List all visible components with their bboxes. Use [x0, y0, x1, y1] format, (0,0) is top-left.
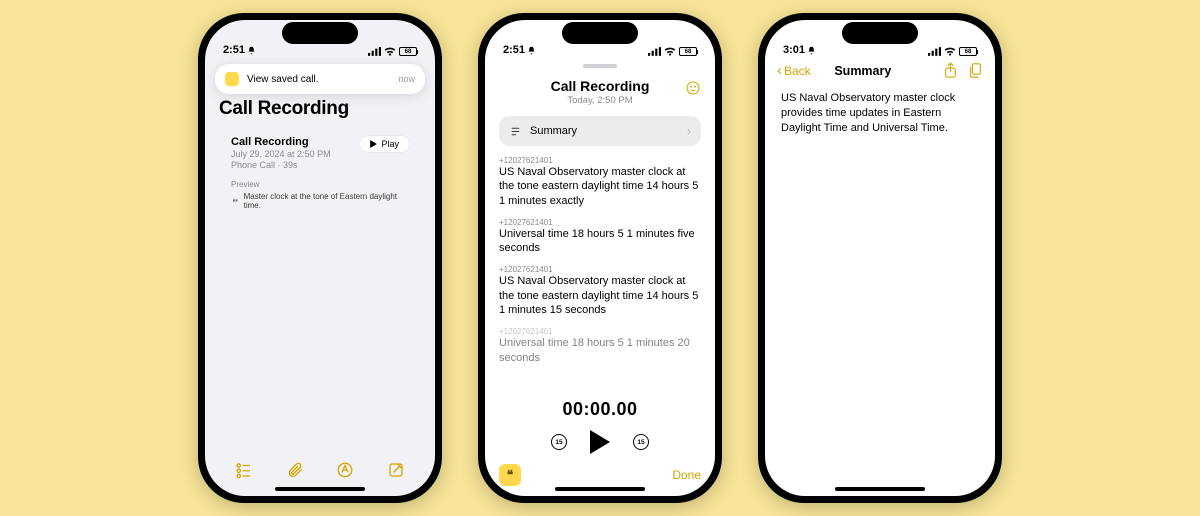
transcript-toggle-button[interactable]: ❝: [499, 464, 521, 486]
phone-3: 3:01 68 ‹ Back Summary US Naval Observat…: [758, 13, 1002, 503]
copy-icon[interactable]: [968, 62, 983, 79]
battery-icon: 68: [399, 47, 417, 56]
skip-forward-button[interactable]: 15: [633, 434, 649, 450]
dnd-icon: [247, 46, 256, 55]
battery-icon: 68: [959, 47, 977, 56]
battery-icon: 68: [679, 47, 697, 56]
wifi-icon: [664, 47, 676, 56]
status-time: 3:01: [783, 44, 805, 56]
summary-label: Summary: [530, 125, 577, 137]
play-button[interactable]: Play: [360, 136, 409, 152]
wifi-icon: [944, 47, 956, 56]
preview-text: Master clock at the tone of Eastern dayl…: [244, 192, 409, 210]
attachment-icon[interactable]: [286, 461, 304, 479]
card-meta: Phone Call · 39s: [231, 160, 331, 170]
share-icon[interactable]: [943, 62, 958, 79]
skip-back-button[interactable]: 15: [551, 434, 567, 450]
sheet-title: Call Recording: [499, 78, 701, 94]
summary-text: US Naval Observatory master clock provid…: [765, 85, 995, 142]
card-date: July 29, 2024 at 2:50 PM: [231, 149, 331, 159]
toast-text: View saved call.: [247, 74, 390, 85]
summary-icon: [509, 125, 522, 138]
status-time: 2:51: [223, 44, 245, 56]
notes-app-icon: [225, 72, 239, 86]
playback-time: 00:00.00: [485, 399, 715, 420]
nav-title: Summary: [789, 64, 937, 78]
nav-bar: ‹ Back Summary: [765, 58, 995, 85]
notch: [842, 22, 918, 44]
quote-icon: [231, 197, 240, 206]
wifi-icon: [384, 47, 396, 56]
home-indicator[interactable]: [555, 487, 645, 491]
preview-label: Preview: [231, 180, 409, 189]
transcript-item: +12027621401Universal time 18 hours 5 1 …: [499, 327, 701, 365]
player: 00:00.00 15 15: [485, 393, 715, 456]
phone-1: 2:51 68 View saved call. now Call Record…: [198, 13, 442, 503]
dnd-icon: [807, 46, 816, 55]
summary-button[interactable]: Summary ›: [499, 116, 701, 146]
dnd-icon: [527, 46, 536, 55]
done-button[interactable]: Done: [672, 468, 701, 482]
chevron-right-icon: ›: [687, 124, 691, 138]
status-time: 2:51: [503, 44, 525, 56]
transcript-item: +12027621401US Naval Observatory master …: [499, 265, 701, 317]
card-title: Call Recording: [231, 136, 331, 148]
emoji-icon[interactable]: [685, 80, 701, 96]
notch: [562, 22, 638, 44]
phone-2: 2:51 68 Call Recording Today, 2:50 PM Su…: [478, 13, 722, 503]
notch: [282, 22, 358, 44]
notification-toast[interactable]: View saved call. now: [215, 64, 425, 94]
sheet-grabber[interactable]: [583, 64, 617, 68]
cellular-icon: [648, 47, 661, 56]
play-icon: [370, 140, 377, 148]
play-button[interactable]: [589, 430, 611, 454]
recording-card[interactable]: Call Recording July 29, 2024 at 2:50 PM …: [219, 126, 421, 220]
sheet-subtitle: Today, 2:50 PM: [499, 95, 701, 106]
cellular-icon: [368, 47, 381, 56]
cellular-icon: [928, 47, 941, 56]
transcript-item: +12027621401Universal time 18 hours 5 1 …: [499, 218, 701, 256]
transcript-list[interactable]: +12027621401US Naval Observatory master …: [499, 156, 701, 393]
home-indicator[interactable]: [275, 487, 365, 491]
toast-when: now: [398, 74, 415, 84]
markup-icon[interactable]: [336, 461, 354, 479]
home-indicator[interactable]: [835, 487, 925, 491]
transcript-item: +12027621401US Naval Observatory master …: [499, 156, 701, 208]
page-title: Call Recording: [219, 98, 421, 120]
compose-icon[interactable]: [387, 461, 405, 479]
checklist-icon[interactable]: [235, 461, 253, 479]
